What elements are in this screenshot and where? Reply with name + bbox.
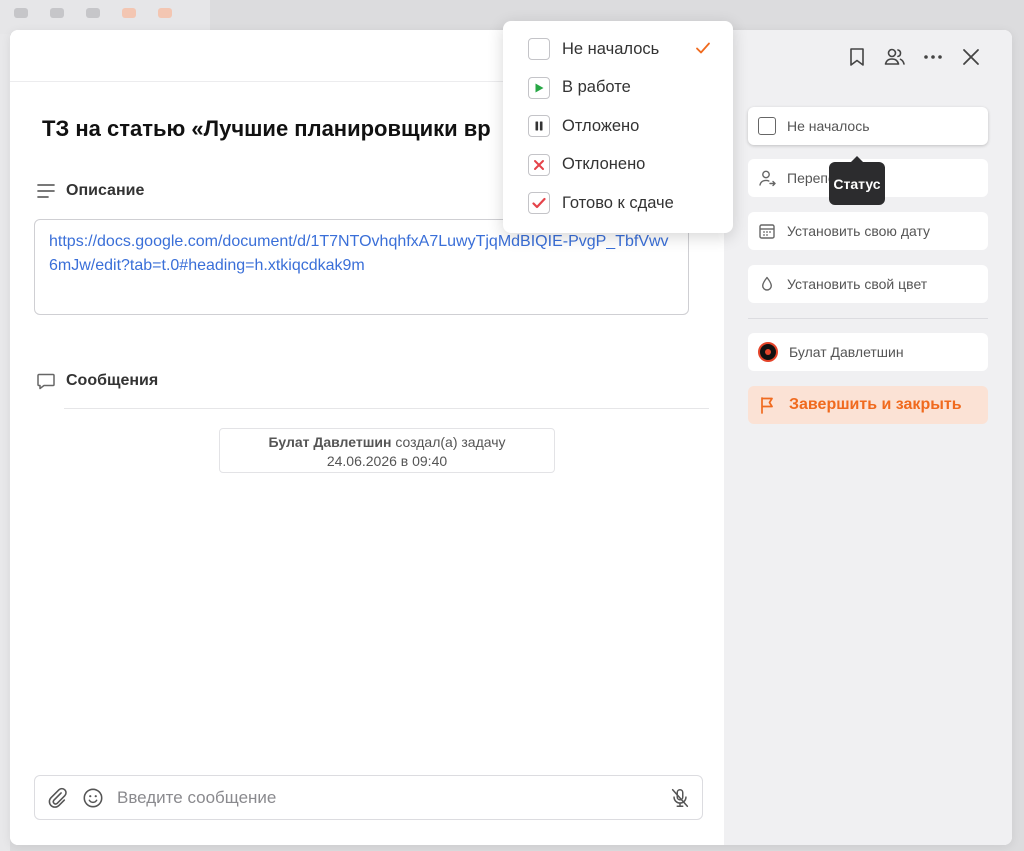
description-heading: Описание xyxy=(36,181,144,201)
cross-icon xyxy=(528,153,550,176)
empty-checkbox-icon xyxy=(758,117,776,135)
status-button-label: Не началось xyxy=(787,118,870,134)
finish-and-close-label: Завершить и закрыть xyxy=(789,396,962,413)
user-reassign-icon xyxy=(759,170,776,187)
text-lines-icon xyxy=(37,184,55,198)
description-link[interactable]: https://docs.google.com/document/d/1T7NT… xyxy=(49,230,674,278)
set-color-button[interactable]: Установить свой цвет xyxy=(748,265,988,303)
background-icon xyxy=(158,8,172,18)
finish-and-close-button[interactable]: Завершить и закрыть xyxy=(748,386,988,424)
event-action: создал(а) задачу xyxy=(391,434,506,450)
set-date-button[interactable]: Установить свою дату xyxy=(748,212,988,250)
messages-heading: Сообщения xyxy=(36,371,158,391)
status-option-not-started[interactable]: Не началось xyxy=(503,30,733,69)
bookmark-icon[interactable] xyxy=(846,46,868,68)
status-button[interactable]: Не началось xyxy=(748,107,988,145)
status-option-postponed[interactable]: Отложено xyxy=(503,107,733,146)
status-option-label: Отклонено xyxy=(562,155,646,174)
description-field[interactable]: https://docs.google.com/document/d/1T7NT… xyxy=(34,219,689,315)
assignee-name: Булат Давлетшин xyxy=(789,344,904,360)
background-toolbar xyxy=(0,0,210,34)
description-heading-label: Описание xyxy=(66,182,145,199)
set-color-button-label: Установить свой цвет xyxy=(787,276,928,292)
status-tooltip: Статус xyxy=(829,156,885,205)
status-option-label: В работе xyxy=(562,78,631,97)
members-icon[interactable] xyxy=(884,46,906,68)
status-option-label: Отложено xyxy=(562,116,640,135)
microphone-off-icon[interactable] xyxy=(668,786,692,810)
pause-icon xyxy=(528,115,550,138)
empty-checkbox-icon xyxy=(528,38,550,61)
status-option-label: Не началось xyxy=(562,39,660,58)
task-created-event: Булат Давлетшин создал(а) задачу 24.06.2… xyxy=(219,428,555,473)
selected-check-icon xyxy=(696,42,710,54)
messages-heading-label: Сообщения xyxy=(66,372,159,389)
messages-divider xyxy=(64,408,709,409)
chat-bubble-icon xyxy=(37,373,55,390)
task-title[interactable]: ТЗ на статью «Лучшие планировщики вр xyxy=(42,116,491,142)
avatar xyxy=(758,342,778,362)
status-dropdown: Не началось В работе Отложено Отклонено … xyxy=(503,21,733,233)
check-icon xyxy=(528,192,550,215)
message-composer xyxy=(34,775,703,820)
status-option-ready[interactable]: Готово к сдаче xyxy=(503,184,733,223)
status-option-label: Готово к сдаче xyxy=(562,193,674,212)
task-sidebar: Не началось Перепо Установить свою дату xyxy=(724,30,1012,845)
header-actions xyxy=(846,46,982,68)
background-icon xyxy=(50,8,64,18)
status-tooltip-text: Статус xyxy=(833,175,881,192)
emoji-icon[interactable] xyxy=(81,786,105,810)
calendar-icon xyxy=(759,224,775,239)
close-icon[interactable] xyxy=(960,46,982,68)
background-icon xyxy=(14,8,28,18)
background-sidebar xyxy=(0,34,10,851)
more-icon[interactable] xyxy=(922,46,944,68)
status-option-in-progress[interactable]: В работе xyxy=(503,69,733,108)
message-input[interactable] xyxy=(117,787,668,808)
drop-icon xyxy=(762,276,772,291)
event-datetime: 24.06.2026 в 09:40 xyxy=(326,453,448,469)
set-date-button-label: Установить свою дату xyxy=(787,223,931,239)
background-icon xyxy=(122,8,136,18)
status-option-rejected[interactable]: Отклонено xyxy=(503,146,733,185)
sidebar-divider xyxy=(748,318,988,319)
flag-icon xyxy=(761,397,773,414)
assignee-button[interactable]: Булат Давлетшин xyxy=(748,333,988,371)
play-icon xyxy=(528,76,550,99)
event-author[interactable]: Булат Давлетшин xyxy=(268,434,391,450)
paperclip-icon[interactable] xyxy=(45,786,69,810)
background-icon xyxy=(86,8,100,18)
